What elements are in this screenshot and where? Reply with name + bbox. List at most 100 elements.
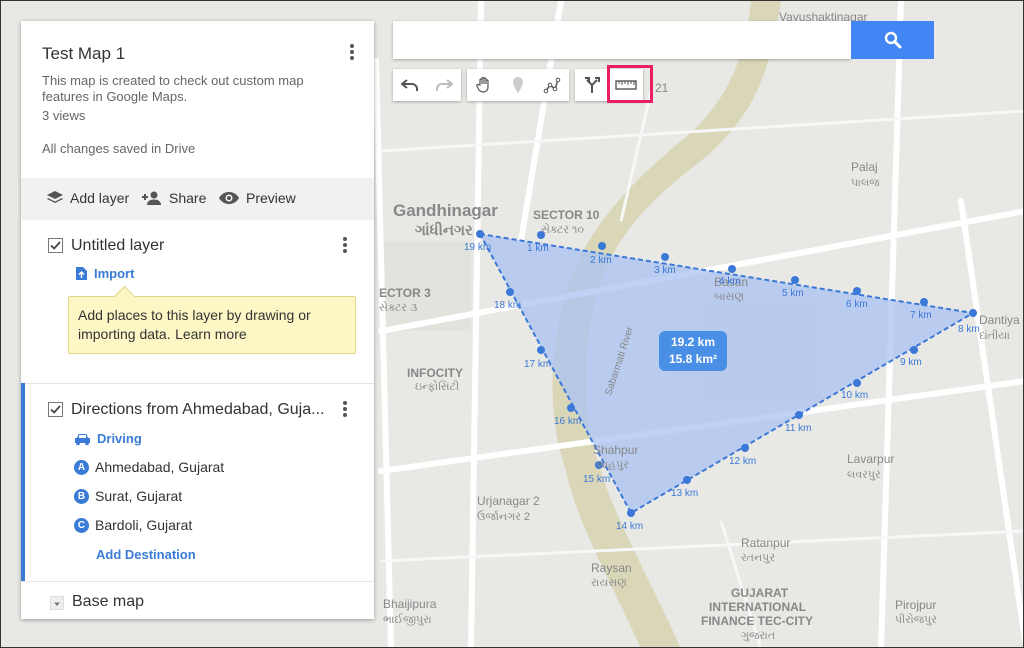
label-gandhinagar: Gandhinagar bbox=[393, 201, 498, 220]
layer1-checkbox[interactable] bbox=[48, 238, 63, 253]
map-description: This map is created to check out custom … bbox=[42, 73, 304, 104]
label-ratanpur: Ratanpur bbox=[741, 536, 790, 550]
learn-more-link[interactable]: Learn more bbox=[175, 326, 247, 342]
ruler-highlight-box bbox=[607, 65, 653, 103]
map-views: 3 views bbox=[42, 108, 86, 123]
waypoint-c-label: Bardoli, Gujarat bbox=[95, 517, 193, 533]
add-places-tip: Add places to this layer by drawing or i… bbox=[68, 296, 356, 354]
share-button[interactable]: Share bbox=[141, 190, 206, 206]
km-label-9: 9 km bbox=[900, 357, 922, 368]
map-options-button[interactable] bbox=[343, 42, 361, 64]
import-label: Import bbox=[94, 266, 135, 281]
label-urjanagar-gu: ઉર્જાનગર 2 bbox=[477, 510, 530, 523]
preview-button[interactable]: Preview bbox=[218, 190, 296, 206]
label-lavarpur: Lavarpur bbox=[847, 452, 894, 466]
layer-divider bbox=[21, 383, 374, 384]
search-button[interactable] bbox=[851, 21, 934, 59]
add-person-icon bbox=[142, 191, 161, 205]
km-label-6: 6 km bbox=[846, 299, 868, 310]
layer2-checkbox[interactable] bbox=[48, 402, 63, 417]
label-palaj: Palaj bbox=[851, 160, 878, 174]
panel-action-bar: Add layer Share Preview bbox=[21, 178, 374, 220]
km-label-4: 4 km bbox=[719, 276, 741, 287]
km-label-19: 19 km bbox=[464, 242, 491, 253]
preview-label: Preview bbox=[246, 190, 296, 206]
label-gandhinagar-gu: ગાંધીનગર bbox=[415, 221, 473, 239]
label-gift3: FINANCE TEC-CITY bbox=[701, 614, 813, 628]
base-map-expand[interactable] bbox=[50, 596, 64, 610]
km-label-14: 14 km bbox=[616, 521, 643, 532]
label-sector10: SECTOR 10 bbox=[533, 208, 600, 222]
undo-button[interactable] bbox=[393, 69, 427, 101]
add-destination-link[interactable]: Add Destination bbox=[96, 547, 196, 562]
label-raysan-gu: રાયસણ bbox=[591, 577, 627, 589]
label-urjanagar: Urjanagar 2 bbox=[477, 494, 540, 508]
travel-mode-label: Driving bbox=[97, 431, 142, 446]
waypoint-b-badge: B bbox=[74, 488, 89, 504]
km-label-11: 11 km bbox=[785, 423, 812, 434]
layer2-name[interactable]: Directions from Ahmedabad, Guja... bbox=[71, 401, 324, 419]
draw-line-button[interactable] bbox=[535, 69, 569, 101]
redo-button[interactable] bbox=[427, 69, 461, 101]
add-directions-button[interactable] bbox=[575, 69, 609, 101]
caret-down-icon bbox=[54, 602, 60, 606]
import-button[interactable]: Import bbox=[75, 266, 134, 281]
car-icon bbox=[75, 433, 90, 445]
label-bhaijipura-gu: ભાઈજીપુરા bbox=[383, 613, 432, 626]
marker-icon bbox=[513, 77, 523, 93]
label-pirojpur-gu: પીરોજપુર bbox=[895, 613, 937, 626]
label-shahpur-gu: શાહપુર bbox=[597, 459, 629, 471]
label-raysan: Raysan bbox=[591, 561, 632, 575]
label-dantiya: Dantiya bbox=[979, 313, 1020, 327]
label-ratanpur-gu: રતનપુર bbox=[741, 552, 775, 564]
add-marker-button[interactable] bbox=[501, 69, 535, 101]
layer2-options-button[interactable] bbox=[336, 399, 354, 421]
undo-icon bbox=[401, 79, 418, 91]
layer1-options-button[interactable] bbox=[336, 235, 354, 257]
search-icon bbox=[884, 31, 901, 49]
label-gift-gu: ગુજરાત bbox=[741, 630, 775, 642]
label-gift1: GUJARAT bbox=[731, 586, 789, 600]
km-label-3: 3 km bbox=[654, 265, 676, 276]
km-label-10: 10 km bbox=[841, 390, 868, 401]
save-status: All changes saved in Drive bbox=[42, 141, 196, 156]
label-sector3-gu: સેક્ટર ૩ bbox=[379, 301, 417, 314]
km-label-7: 7 km bbox=[910, 310, 932, 321]
screenshot-frame: Vayushaktinagar 21 Gandhinagar ગાંધીનગર … bbox=[0, 0, 1024, 648]
waypoint-c-badge: C bbox=[74, 517, 89, 533]
redo-icon bbox=[436, 79, 453, 91]
active-layer-indicator bbox=[21, 383, 25, 581]
label-shahpur: Shahpur bbox=[593, 443, 638, 457]
label-basan-gu: બાસણ bbox=[714, 291, 744, 303]
draw-tools-group bbox=[467, 69, 569, 101]
search-input[interactable] bbox=[393, 21, 851, 59]
label-pirojpur: Pirojpur bbox=[895, 598, 936, 612]
eye-icon bbox=[219, 192, 239, 204]
select-hand-button[interactable] bbox=[467, 69, 501, 101]
travel-mode[interactable]: Driving bbox=[74, 431, 142, 446]
base-divider bbox=[21, 581, 374, 582]
label-gift2: INTERNATIONAL bbox=[709, 600, 806, 614]
base-map-label[interactable]: Base map bbox=[72, 593, 144, 611]
waypoint-a-badge: A bbox=[74, 459, 89, 475]
add-layer-button[interactable]: Add layer bbox=[46, 190, 129, 206]
waypoint-a[interactable]: A Ahmedabad, Gujarat bbox=[74, 459, 224, 475]
label-n21: 21 bbox=[655, 81, 669, 95]
label-dantiya-gu: દાંતીયા bbox=[979, 329, 1010, 342]
import-icon bbox=[76, 267, 87, 280]
km-label-2: 2 km bbox=[590, 255, 612, 266]
waypoint-b[interactable]: B Surat, Gujarat bbox=[74, 488, 182, 504]
polyline-icon bbox=[543, 77, 561, 94]
km-label-15: 15 km bbox=[583, 474, 610, 485]
label-infocity: INFOCITY bbox=[407, 366, 463, 380]
label-infocity-gu: ઇન્ફોસિટી bbox=[415, 380, 459, 393]
measurement-distance: 19.2 km bbox=[670, 335, 716, 349]
km-label-18: 18 km bbox=[494, 300, 521, 311]
label-bhaijipura: Bhaijipura bbox=[383, 597, 437, 611]
undo-redo-group bbox=[393, 69, 461, 101]
map-title[interactable]: Test Map 1 bbox=[42, 44, 125, 64]
directions-icon bbox=[585, 77, 600, 93]
layer1-name[interactable]: Untitled layer bbox=[71, 237, 164, 255]
label-palaj-gu: પાલજ bbox=[851, 177, 880, 189]
waypoint-c[interactable]: C Bardoli, Gujarat bbox=[74, 517, 192, 533]
